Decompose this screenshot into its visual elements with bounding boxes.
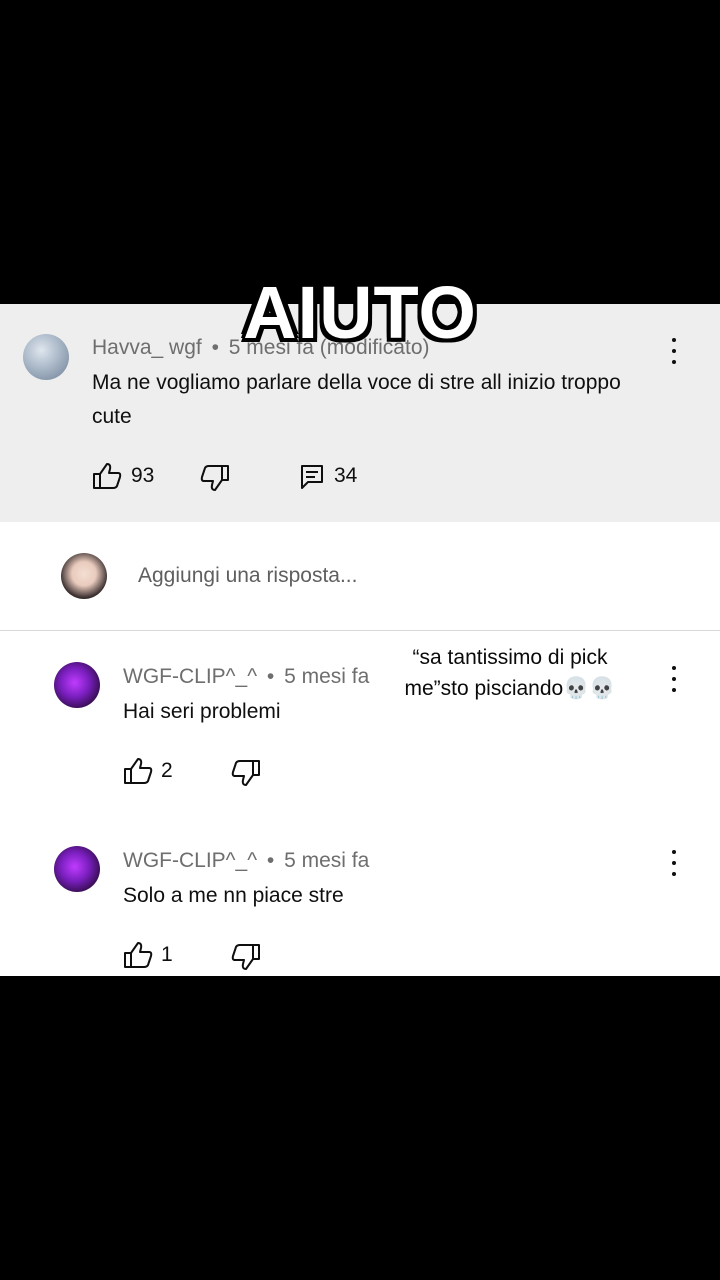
caption-line: “sa tantissimo di pick — [412, 646, 608, 669]
comment-time: 5 mesi fa — [284, 849, 370, 872]
comment-meta: WGF-CLIP^_^ • 5 mesi fa — [123, 665, 369, 689]
comment-text: Solo a me nn piace stre — [123, 884, 344, 907]
author-name[interactable]: WGF-CLIP^_^ — [123, 665, 257, 688]
avatar — [61, 553, 107, 599]
more-vertical-icon[interactable] — [668, 666, 680, 692]
overlay-caption: “sa tantissimo di pick me”sto pisciando💀… — [370, 642, 650, 704]
like-count: 93 — [131, 464, 155, 487]
more-vertical-icon[interactable] — [668, 850, 680, 876]
meta-separator: • — [266, 849, 275, 872]
thumb-up-icon[interactable] — [123, 941, 153, 969]
overlay-title: AIUTO — [243, 271, 477, 354]
thumb-down-icon[interactable] — [231, 943, 261, 971]
reply-input[interactable]: Aggiungi una risposta... — [138, 564, 357, 588]
thumb-down-icon[interactable] — [200, 464, 230, 492]
avatar[interactable] — [54, 846, 100, 892]
reply-count[interactable]: 34 — [334, 464, 357, 488]
comment-text: Hai seri problemi — [123, 700, 281, 723]
thumb-up-icon[interactable] — [123, 757, 153, 785]
like-count: 2 — [161, 759, 173, 782]
comment-meta: WGF-CLIP^_^ • 5 mesi fa — [123, 849, 369, 873]
author-name[interactable]: WGF-CLIP^_^ — [123, 849, 257, 872]
reply-icon[interactable] — [300, 464, 324, 490]
meta-separator: • — [266, 665, 275, 688]
avatar[interactable] — [54, 662, 100, 708]
comments-panel: Havva_ wgf • 5 mesi fa (modificato) Ma n… — [0, 304, 720, 976]
comment-text-line: Ma ne vogliamo parlare della voce di str… — [92, 371, 621, 394]
comment-time: 5 mesi fa — [284, 665, 370, 688]
thumb-down-icon[interactable] — [231, 759, 261, 787]
divider — [0, 630, 720, 631]
caption-line: me”sto pisciando💀💀 — [404, 677, 616, 700]
like-count: 1 — [161, 943, 173, 966]
comment-text-line: cute — [92, 405, 132, 428]
thumb-up-icon[interactable] — [92, 462, 122, 490]
